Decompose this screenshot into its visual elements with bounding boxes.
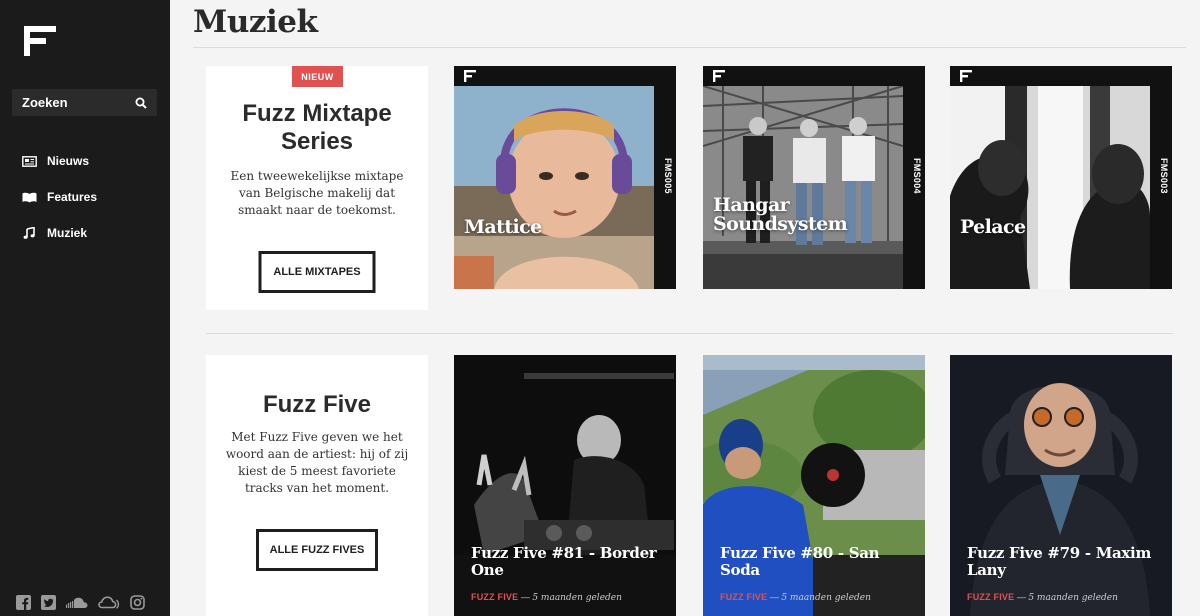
main-nav: Nieuws Features Muziek (20, 143, 97, 251)
instagram-icon[interactable] (130, 595, 145, 610)
fuzz-five-title[interactable]: Fuzz Five (206, 391, 428, 419)
fuzz-five-card-title[interactable]: Fuzz Five #79 - Maxim Lany (967, 545, 1167, 579)
title-divider (193, 47, 1186, 48)
publish-date: 5 maanden geleden (781, 593, 871, 603)
newspaper-icon (20, 155, 38, 167)
card-topbar (703, 66, 925, 86)
nav-label-muziek: Muziek (47, 226, 88, 240)
mixtape-code: FMS004 (912, 158, 922, 194)
fuzz-five-card[interactable]: Fuzz Five #79 - Maxim Lany FUZZ FIVE — 5… (950, 355, 1172, 616)
fuzz-mini-logo (464, 70, 476, 82)
category-label[interactable]: FUZZ FIVE (720, 592, 767, 602)
publish-date: 5 maanden geleden (532, 593, 622, 603)
social-links (16, 595, 145, 610)
mixtape-series-title[interactable]: Fuzz Mixtape Series (206, 100, 428, 156)
mixtape-intro-panel: NIEUW Fuzz Mixtape Series Een tweewekeli… (206, 66, 428, 310)
mixtape-series-description: Een tweewekelijkse mixtape van Belgische… (230, 169, 404, 217)
fuzz-mini-logo (713, 70, 725, 82)
card-topbar (950, 66, 1172, 86)
category-label[interactable]: FUZZ FIVE (967, 592, 1014, 602)
fuzz-five-card[interactable]: Fuzz Five #80 - San Soda FUZZ FIVE — 5 m… (703, 355, 925, 616)
nav-label-features: Features (47, 190, 98, 204)
mixtape-photo (454, 86, 654, 289)
book-icon (20, 192, 38, 203)
all-mixtapes-button[interactable]: ALLE MIXTAPES (258, 251, 376, 293)
nav-label-nieuws: Nieuws (47, 154, 90, 168)
search-icon[interactable] (135, 97, 147, 109)
fuzz-logo[interactable] (24, 26, 56, 56)
category-label[interactable]: FUZZ FIVE (471, 592, 518, 602)
nav-item-muziek[interactable]: Muziek (20, 215, 97, 251)
soundcloud-icon[interactable] (66, 597, 88, 609)
fuzz-five-description: Met Fuzz Five geven we het woord aan de … (225, 430, 409, 495)
page-title: Muziek (193, 4, 318, 40)
meta-separator: — (1016, 592, 1026, 602)
mixtape-card-title: Pelace (960, 216, 1026, 238)
fuzz-mini-logo (960, 70, 972, 82)
mixcloud-icon[interactable] (98, 596, 120, 609)
mixtape-card[interactable]: FMS003 Pelace (950, 66, 1172, 289)
mixtape-code: FMS003 (1159, 158, 1169, 194)
section-divider (206, 333, 1173, 334)
card-meta: FUZZ FIVE — 5 maanden geleden (720, 592, 871, 603)
meta-separator: — (769, 592, 779, 602)
fuzz-five-card-title[interactable]: Fuzz Five #81 - Border One (471, 545, 671, 579)
fuzz-five-card-title[interactable]: Fuzz Five #80 - San Soda (720, 545, 920, 579)
nav-item-nieuws[interactable]: Nieuws (20, 143, 97, 179)
sidebar: Zoeken Nieuws Features Muziek (0, 0, 170, 616)
new-badge: NIEUW (292, 66, 343, 87)
music-note-icon (20, 227, 38, 239)
mixtape-card[interactable]: FMS005 Mattice (454, 66, 676, 289)
card-meta: FUZZ FIVE — 5 maanden geleden (471, 592, 622, 603)
mixtape-card-title: Mattice (464, 216, 542, 238)
fuzz-five-intro-panel: Fuzz Five Met Fuzz Five geven we het woo… (206, 355, 428, 616)
fuzz-five-card[interactable]: Fuzz Five #81 - Border One FUZZ FIVE — 5… (454, 355, 676, 616)
mixtape-photo (950, 86, 1150, 289)
nav-item-features[interactable]: Features (20, 179, 97, 215)
mixtape-card-title: Hangar Soundsystem (713, 194, 848, 235)
card-topbar (454, 66, 676, 86)
all-fuzz-fives-button[interactable]: ALLE FUZZ FIVES (256, 529, 378, 571)
meta-separator: — (520, 592, 530, 602)
publish-date: 5 maanden geleden (1028, 593, 1118, 603)
search-label[interactable]: Zoeken (22, 95, 68, 110)
facebook-icon[interactable] (16, 595, 31, 610)
search-box[interactable]: Zoeken (12, 89, 157, 116)
twitter-icon[interactable] (41, 595, 56, 610)
mixtape-photo (703, 86, 903, 289)
mixtape-code: FMS005 (663, 158, 673, 194)
card-meta: FUZZ FIVE — 5 maanden geleden (967, 592, 1118, 603)
mixtape-card[interactable]: FMS004 Hangar Soundsystem (703, 66, 925, 289)
